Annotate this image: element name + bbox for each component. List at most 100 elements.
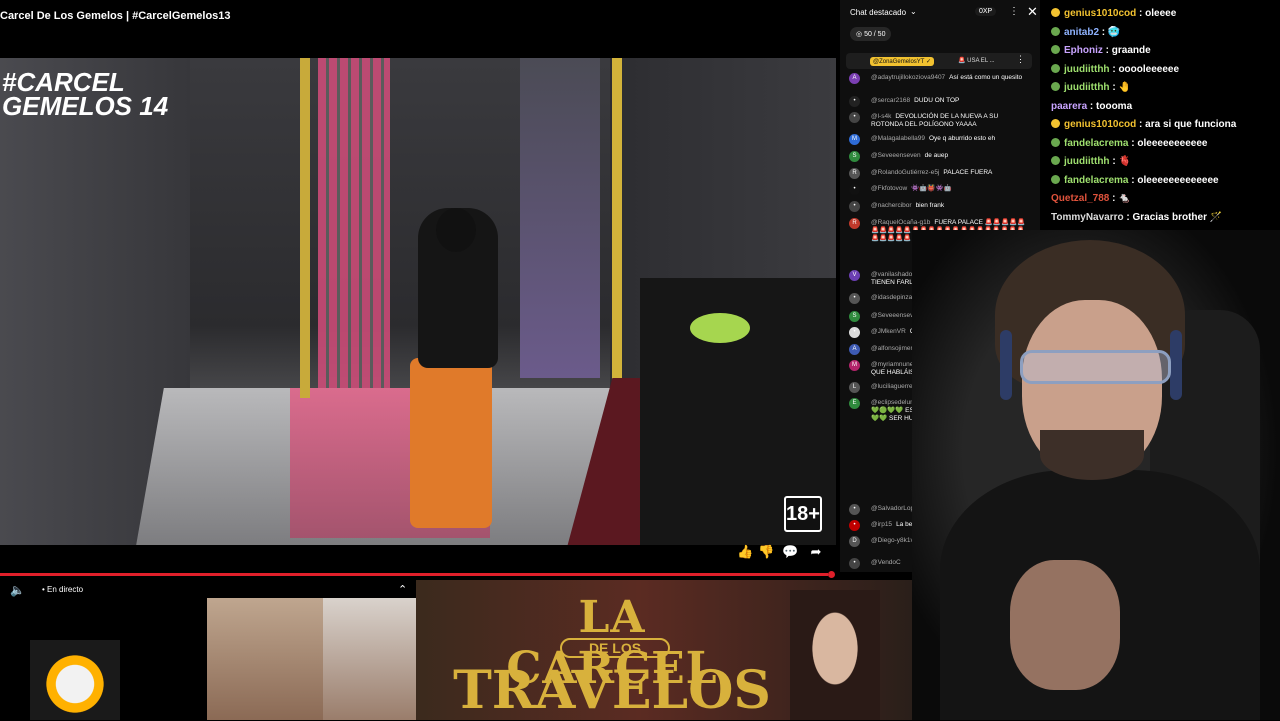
chat-avatar[interactable]: L xyxy=(849,382,860,393)
video-scene-door-frame-left xyxy=(300,58,310,398)
video-title: Carcel De Los Gemelos | #CarcelGemelos13 xyxy=(0,10,231,22)
twitch-chat-line: genius1010cod : oleeee xyxy=(1051,8,1176,20)
video-scene-door-frame xyxy=(612,58,622,418)
share-icon[interactable]: ➦ xyxy=(808,544,824,560)
chat-badge-icon xyxy=(1051,63,1060,73)
chat-author[interactable]: @adaytrujillokoziova9407 xyxy=(871,74,945,81)
chat-author[interactable]: @Fkfotovow xyxy=(871,185,907,192)
chat-avatar[interactable]: R xyxy=(849,168,860,179)
chat-author[interactable]: @l-s4k xyxy=(871,113,891,120)
twitch-message: oleeeeeeeeeeeee xyxy=(1137,174,1219,186)
twitch-message: graande xyxy=(1111,45,1151,56)
twitch-chat-line: TommyNavarro : Gracias brother 🪄 xyxy=(1051,212,1222,224)
chat-author[interactable]: @idasdepinza xyxy=(871,294,912,301)
twitch-chat-line: Quetzal_788 : 🐁 xyxy=(1051,193,1131,205)
chat-badge-icon xyxy=(1051,82,1060,91)
chat-avatar[interactable]: M xyxy=(849,360,860,371)
chat-avatar[interactable]: D xyxy=(849,536,860,547)
dislike-icon[interactable]: 👎 xyxy=(758,544,774,560)
video-scene-cell-right xyxy=(520,58,600,378)
chat-avatar[interactable]: R xyxy=(849,218,860,229)
twitch-message: toooma xyxy=(1096,100,1133,112)
progress-scrubber[interactable] xyxy=(828,571,835,578)
chat-author[interactable]: @sercar2168 xyxy=(871,97,910,104)
twitch-chat-line: fandelacrema : oleeeeeeeeeeeee xyxy=(1051,174,1219,187)
chat-author[interactable]: @RolandoGutiérrez-e5j xyxy=(871,169,939,176)
chat-message-body: @RolandoGutiérrez-e5j PALACE FUERA xyxy=(871,169,1031,177)
pinned-more-icon[interactable]: ⋮ xyxy=(1016,54,1025,65)
chat-author[interactable]: @Seveeenseven xyxy=(871,152,921,159)
twitch-chat-line: genius1010cod : ara si que funciona xyxy=(1051,119,1236,131)
chat-avatar[interactable]: V xyxy=(849,270,860,281)
twitch-username: anitab2 xyxy=(1064,26,1100,38)
chat-message[interactable]: • @nachercibor bien frank xyxy=(849,201,1029,213)
chat-author[interactable]: @irp15 xyxy=(871,521,892,528)
live-indicator[interactable]: • En directo xyxy=(42,585,83,594)
twitch-username: paarera xyxy=(1051,100,1088,112)
chat-message[interactable]: M @Malagalabella99 Oye q aburrido esto eh xyxy=(849,134,1029,146)
chat-avatar[interactable]: • xyxy=(849,112,860,123)
chat-avatar[interactable]: • xyxy=(849,520,860,531)
chat-avatar[interactable]: A xyxy=(849,73,860,84)
twitch-message: Gracias brother 🪄 xyxy=(1132,211,1223,223)
video-scene-green-decoration xyxy=(690,313,750,343)
chat-message[interactable]: • @Fkfotovow 👾🤖👹👾🤖 xyxy=(849,184,1029,196)
chat-badge-icon xyxy=(1051,45,1060,54)
chat-author[interactable]: @Diego-y8k1v xyxy=(871,537,914,544)
like-icon[interactable]: 👍 xyxy=(737,544,753,560)
volume-icon[interactable]: 🔈 xyxy=(10,583,25,597)
video-scene-bars xyxy=(318,58,390,388)
more-options-icon[interactable]: ⋮ xyxy=(1009,6,1019,17)
chat-avatar[interactable]: • xyxy=(849,201,860,212)
twitch-separator: : xyxy=(1099,26,1108,38)
webcam-hand xyxy=(1010,560,1120,690)
chat-message-body: @Seveeenseven de auep xyxy=(871,152,1031,160)
chat-avatar[interactable]: M xyxy=(849,134,860,145)
chat-author[interactable]: @JMkenVR xyxy=(871,328,906,335)
twitch-username: juudiitthh xyxy=(1064,82,1110,93)
twitch-username: fandelacrema xyxy=(1064,174,1129,186)
close-icon[interactable]: ✕ xyxy=(1027,4,1038,20)
chat-message-body: @adaytrujillokoziova9407 Así está como un… xyxy=(871,74,1031,82)
chat-message[interactable]: • @sercar2168 DUDU ON TOP xyxy=(849,96,1029,108)
chat-message[interactable]: S @Seveeenseven de auep xyxy=(849,151,1029,163)
chat-badge-icon xyxy=(1051,119,1060,128)
chat-message[interactable]: A @adaytrujillokoziova9407 Así está como u… xyxy=(849,73,1029,85)
joker-thumbnail xyxy=(30,640,120,720)
chat-author[interactable]: @RaquelOcaña-g1b xyxy=(871,219,930,226)
pinned-author: @ZonaGemelosYT ✓ xyxy=(870,57,935,66)
chat-author[interactable]: @nachercibor xyxy=(871,202,912,209)
chevron-up-icon[interactable]: ⌃ xyxy=(398,583,407,596)
twitch-separator: : xyxy=(1136,119,1146,130)
chat-avatar[interactable]: • xyxy=(849,504,860,515)
chat-avatar[interactable]: A xyxy=(849,344,860,355)
comment-icon[interactable]: 💬 xyxy=(782,544,798,560)
chat-avatar[interactable]: • xyxy=(849,184,860,195)
chat-mode-selector[interactable]: Chat destacado xyxy=(850,8,906,17)
chat-message[interactable]: • @l-s4k DEVOLUCIÓN DE LA NUEVA A SU ROTON… xyxy=(849,112,1029,128)
chat-message-body: @Fkfotovow 👾🤖👹👾🤖 xyxy=(871,185,1031,193)
chat-avatar[interactable]: • xyxy=(849,558,860,569)
twitch-username: Ephoniz xyxy=(1064,45,1103,56)
chat-message-body: @l-s4k DEVOLUCIÓN DE LA NUEVA A SU ROTOND… xyxy=(871,113,1031,129)
chat-text: 👾🤖👹👾🤖 xyxy=(911,185,952,192)
xp-badge[interactable]: 0XP xyxy=(975,7,997,16)
chat-avatar[interactable]: S xyxy=(849,151,860,162)
chat-avatar[interactable]: • xyxy=(849,327,860,338)
webcam-beard xyxy=(1040,430,1144,480)
twitch-message: 🐁 xyxy=(1118,193,1131,204)
chat-avatar[interactable]: E xyxy=(849,398,860,409)
video-scene-person-head xyxy=(436,208,476,252)
twitch-message: oleeeeeeeeeee xyxy=(1137,137,1208,149)
progress-bar[interactable] xyxy=(0,573,828,576)
chat-author[interactable]: @Malagalabella99 xyxy=(871,135,925,142)
chat-message[interactable]: R @RolandoGutiérrez-e5j PALACE FUERA xyxy=(849,168,1029,180)
chat-avatar[interactable]: • xyxy=(849,293,860,304)
chat-author[interactable]: @VendoC xyxy=(871,559,901,566)
chat-avatar[interactable]: • xyxy=(849,96,860,107)
goal-counter[interactable]: ◎ 50 / 50 xyxy=(850,27,892,41)
video-player[interactable] xyxy=(0,58,836,545)
chevron-down-icon[interactable]: ⌄ xyxy=(910,7,917,16)
webcam-headset-left xyxy=(1000,330,1012,400)
chat-avatar[interactable]: S xyxy=(849,311,860,322)
